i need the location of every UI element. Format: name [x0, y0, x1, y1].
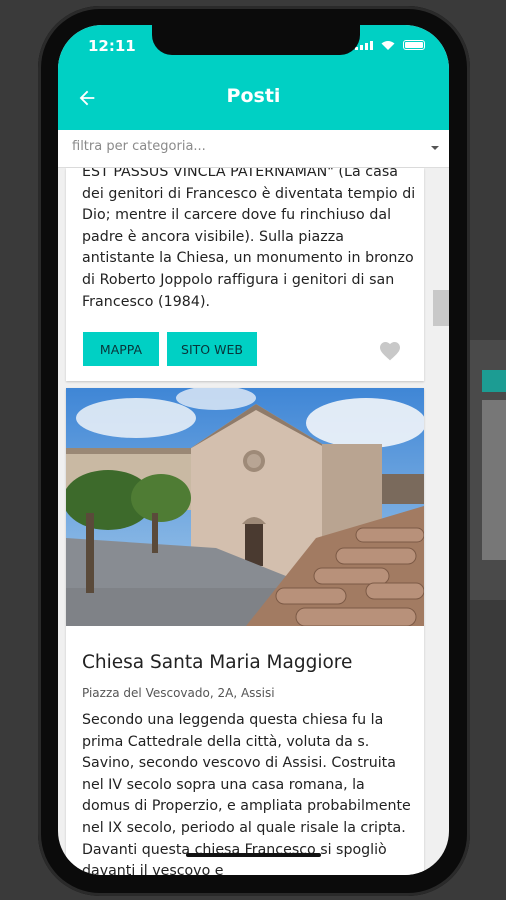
website-button[interactable]: SITO WEB — [167, 332, 257, 366]
home-indicator — [186, 853, 321, 857]
app-bar: Posti — [58, 65, 449, 130]
place-address: Piazza del Vescovado, 2A, Assisi — [82, 686, 275, 700]
background-accent — [482, 370, 506, 392]
wifi-icon — [381, 41, 395, 50]
place-title: Chiesa Santa Maria Maggiore — [82, 652, 353, 673]
page-title: Posti — [226, 85, 281, 107]
place-photo — [66, 388, 424, 626]
place-card: EST PASSUS VINCLA PATERNAMAN" (La casa d… — [66, 168, 424, 381]
heart-icon[interactable] — [378, 339, 402, 361]
category-filter-input[interactable] — [72, 139, 402, 154]
place-card: Chiesa Santa Maria Maggiore Piazza del V… — [66, 388, 424, 875]
phone-screen: 12:11 Posti EST PASSUS VINCLA PATERNAMAN… — [58, 25, 449, 875]
place-description: EST PASSUS VINCLA PATERNAMAN" (La casa d… — [82, 168, 416, 310]
place-description: Secondo una leggenda questa chiesa fu la… — [82, 712, 411, 875]
notch — [152, 25, 360, 55]
map-button[interactable]: MAPPA — [83, 332, 159, 366]
background-panel — [482, 400, 506, 560]
dropdown-caret-icon[interactable] — [431, 146, 439, 150]
scrollbar[interactable] — [433, 290, 449, 326]
background-window — [470, 340, 506, 600]
battery-icon — [403, 40, 425, 50]
status-icons — [355, 40, 425, 50]
status-time: 12:11 — [88, 37, 136, 55]
category-filter[interactable] — [58, 130, 449, 168]
